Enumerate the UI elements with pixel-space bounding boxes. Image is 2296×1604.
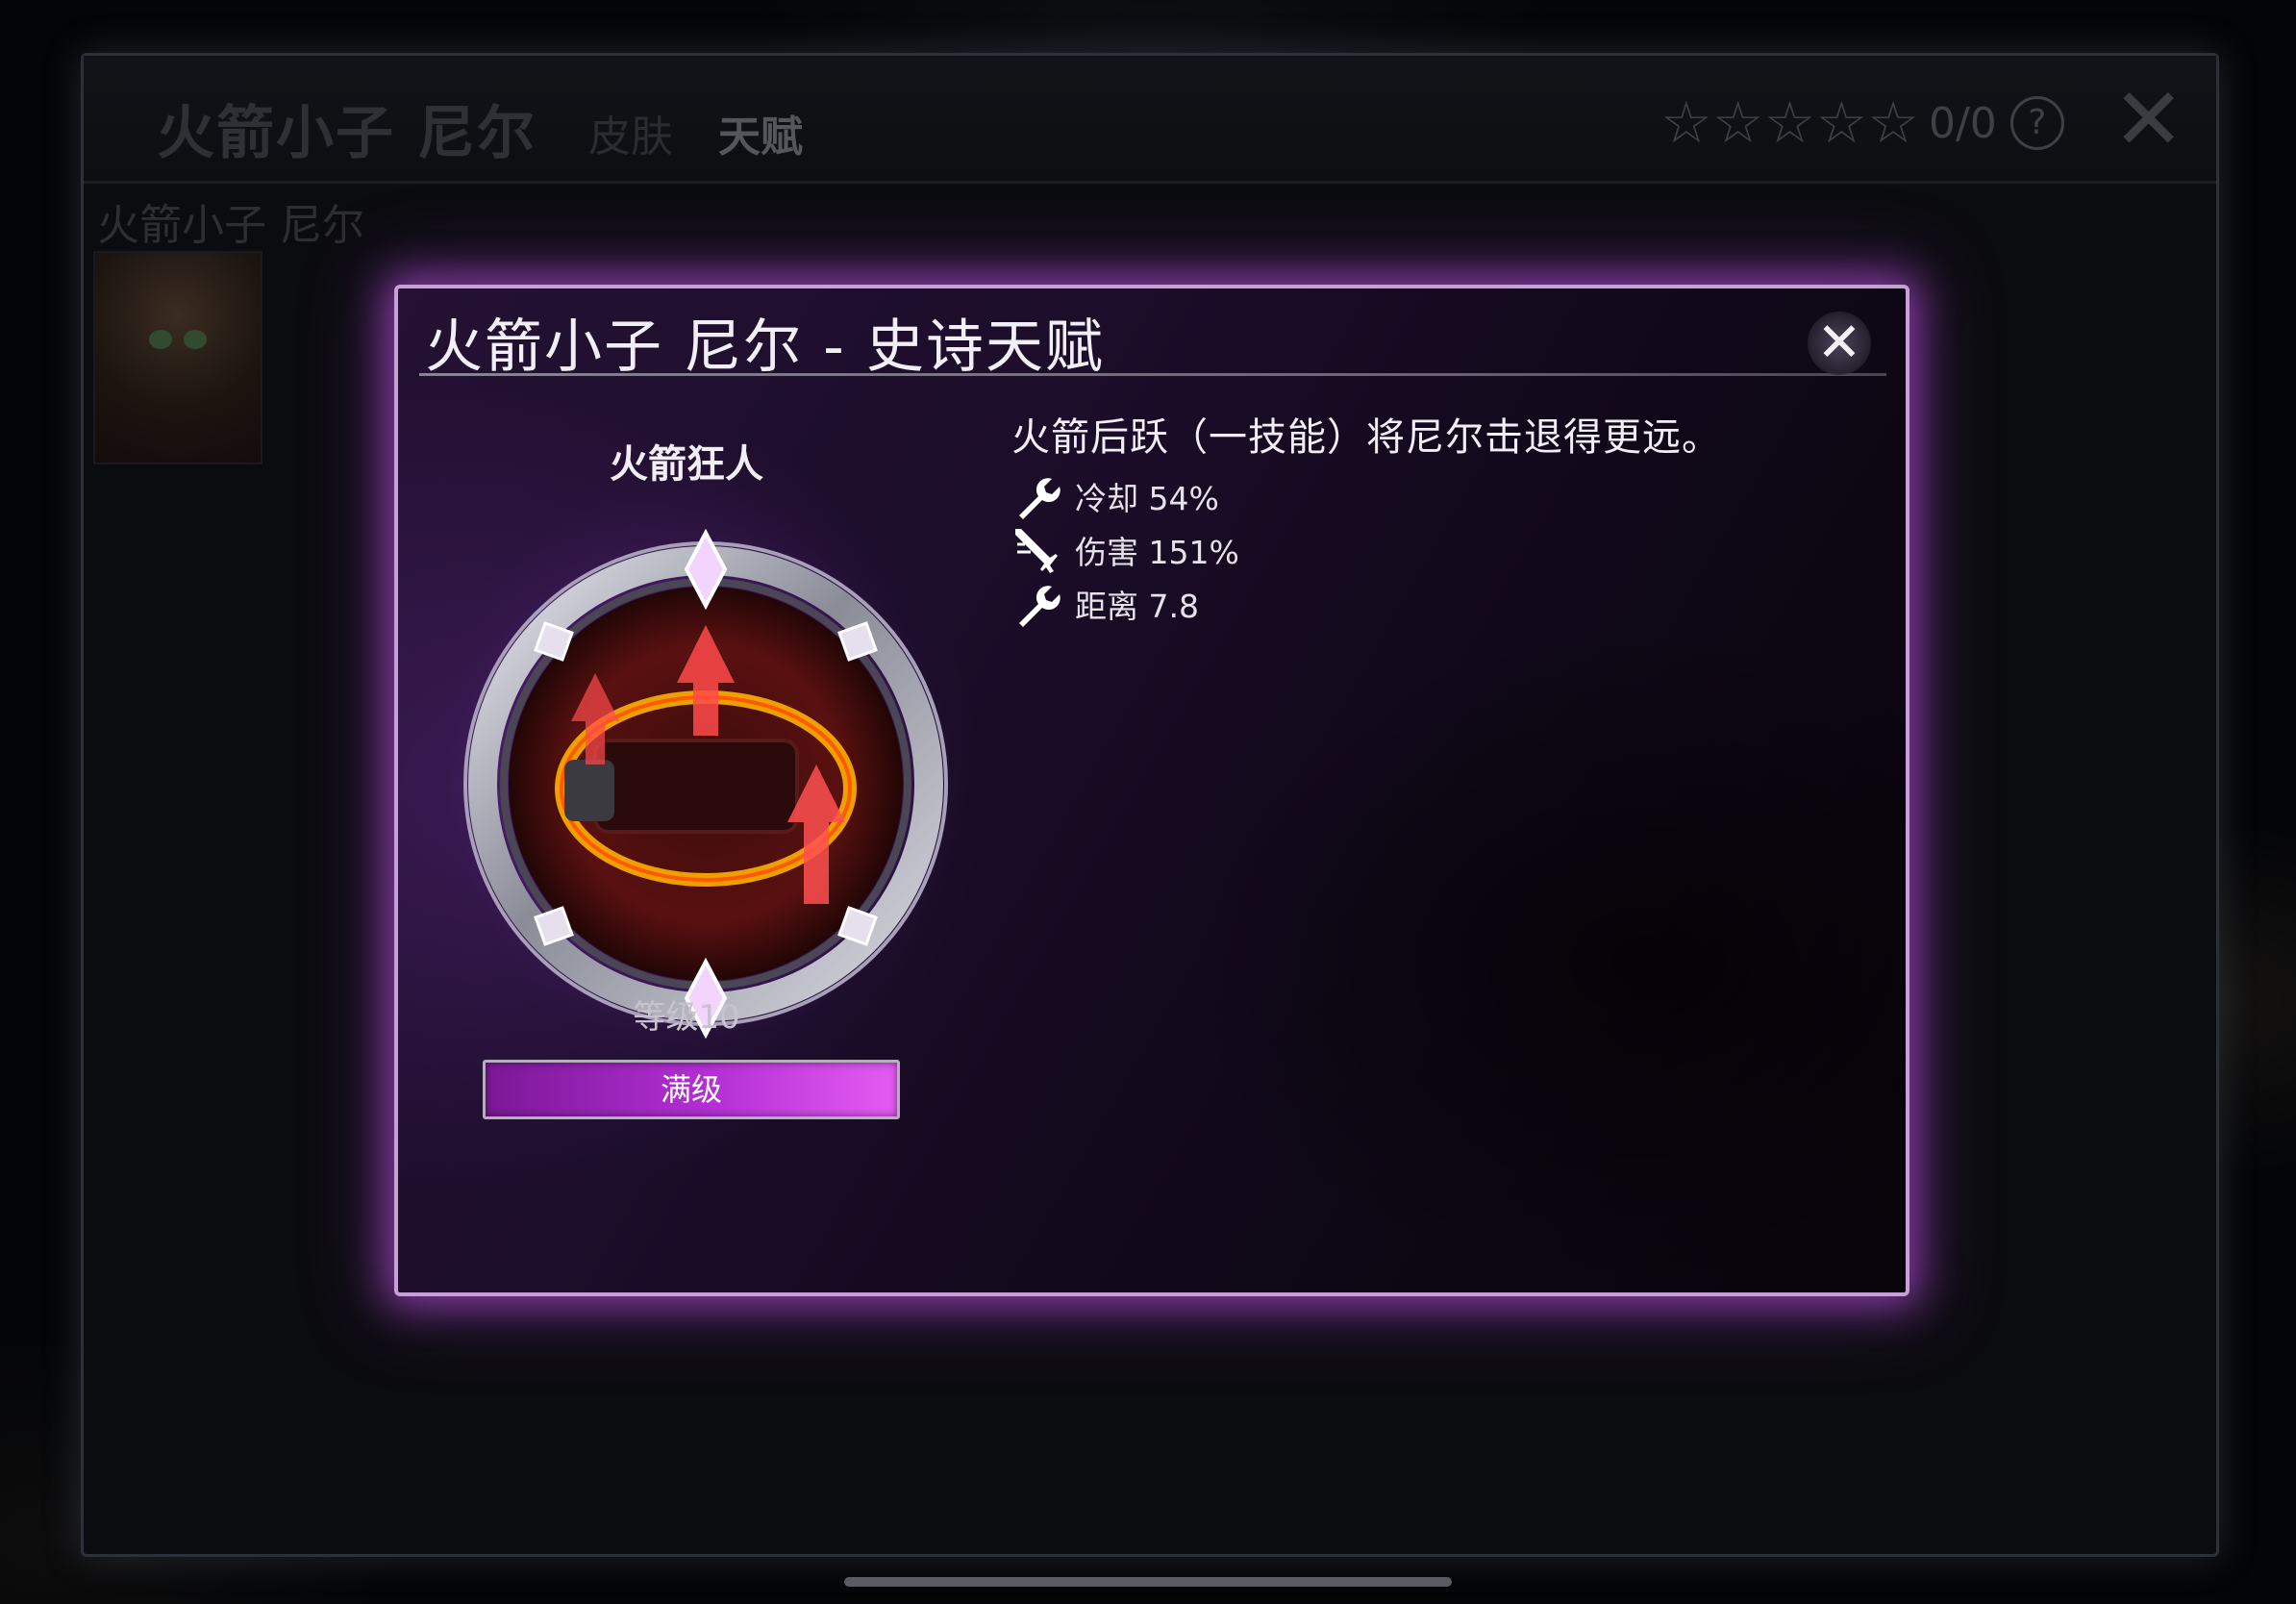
tab-talents[interactable]: 天赋 (718, 102, 803, 163)
hero-title: 火箭小子 尼尔 (157, 100, 537, 167)
home-indicator[interactable] (844, 1577, 1452, 1587)
tab-skins[interactable]: 皮肤 (588, 102, 673, 163)
portrait-eye (184, 330, 207, 349)
rating-count: 0/0 (1928, 98, 1997, 148)
hero-portrait[interactable] (93, 251, 262, 464)
title-divider (419, 373, 1886, 376)
stat-label: 距离 7.8 (1075, 588, 1199, 625)
wrench-icon (1019, 586, 1061, 627)
modal-title: 火箭小子 尼尔 - 史诗天赋 (425, 313, 1105, 381)
stat-row: 距离 7.8 (1011, 579, 1199, 629)
panel-header: 火箭小子 尼尔 皮肤 天赋 ☆☆☆☆☆ 0/0 ? ✕ (84, 56, 2216, 184)
hero-subtitle: 火箭小子 尼尔 (97, 201, 364, 250)
wrench-icon (1019, 478, 1061, 519)
talent-emblem-icon[interactable] (451, 529, 961, 1039)
stat-label: 伤害 151% (1075, 534, 1239, 571)
stat-row: 伤害 151% (1011, 525, 1239, 575)
max-level-label: 满级 (660, 1071, 722, 1108)
panel-close-icon[interactable]: ✕ (2112, 77, 2184, 163)
modal-close-icon[interactable]: ✕ (1808, 312, 1871, 375)
sword-icon (1015, 529, 1058, 573)
talent-description: 火箭后跃（一技能）将尼尔击退得更远。 (1011, 415, 1721, 460)
rating: ☆☆☆☆☆ 0/0 ? (1660, 85, 2064, 162)
talent-name: 火箭狂人 (610, 442, 763, 487)
talent-progress-bar: 满级 (483, 1060, 900, 1119)
stat-label: 冷却 54% (1075, 480, 1219, 517)
stat-row: 冷却 54% (1011, 471, 1219, 521)
star-rating-icons[interactable]: ☆☆☆☆☆ (1660, 89, 1919, 157)
talent-level: 等级10 (633, 998, 740, 1037)
epic-talent-modal: 火箭小子 尼尔 - 史诗天赋 ✕ 火箭狂人 等级10 满级 火箭后跃（一技能）将… (394, 285, 1909, 1296)
portrait-eye (149, 330, 172, 349)
help-icon[interactable]: ? (2009, 96, 2064, 150)
